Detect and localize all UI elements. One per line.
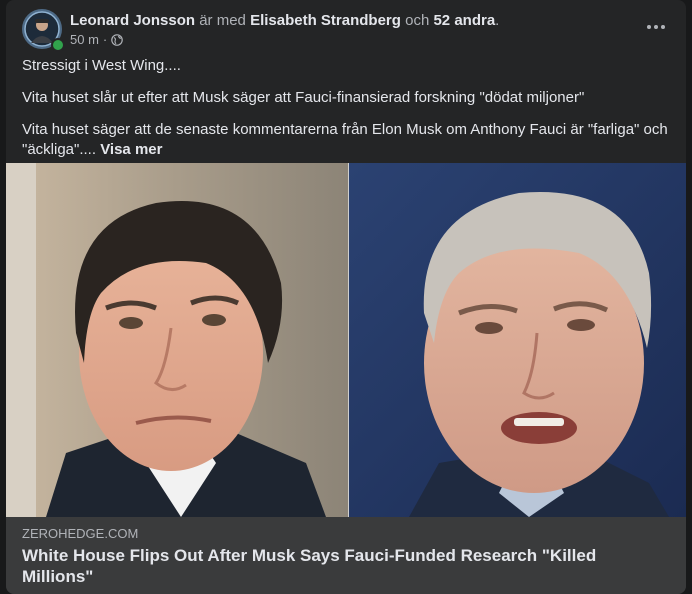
post-meta: 50 m · [70, 32, 124, 48]
link-preview-image[interactable] [6, 163, 686, 517]
online-status-indicator [51, 38, 65, 52]
and-text: och [400, 12, 434, 29]
post-paragraph-1: Stressigt i West Wing.... [22, 57, 181, 74]
post-time[interactable]: 50 m [70, 32, 99, 48]
post-paragraph-3: Vita huset säger att de senaste kommenta… [22, 120, 672, 160]
link-preview[interactable]: ZEROHEDGE.COM White House Flips Out Afte… [6, 517, 686, 594]
post-card: Leonard Jonsson är med Elisabeth Strandb… [6, 0, 686, 594]
globe-icon [111, 34, 124, 46]
see-more-link[interactable]: Visa mer [100, 141, 162, 158]
left-portrait-image [6, 163, 348, 517]
more-options-icon[interactable] [642, 15, 670, 39]
meta-separator: · [102, 32, 108, 47]
post-header: Leonard Jonsson är med Elisabeth Strandb… [22, 9, 670, 53]
right-portrait-image [349, 163, 686, 517]
author-name[interactable]: Leonard Jonsson [70, 12, 195, 29]
with-text: är med [195, 12, 251, 29]
post-author-line: Leonard Jonsson är med Elisabeth Strandb… [70, 11, 499, 31]
post-text: Stressigt i West Wing.... Vita huset slå… [22, 56, 672, 172]
link-domain: ZEROHEDGE.COM [22, 526, 139, 541]
period: . [495, 12, 500, 29]
link-title[interactable]: White House Flips Out After Musk Says Fa… [22, 545, 662, 587]
others-link[interactable]: 52 andra [433, 12, 495, 29]
post-paragraph-2: Vita huset slår ut efter att Musk säger … [22, 89, 585, 106]
tagged-person[interactable]: Elisabeth Strandberg [250, 12, 401, 29]
